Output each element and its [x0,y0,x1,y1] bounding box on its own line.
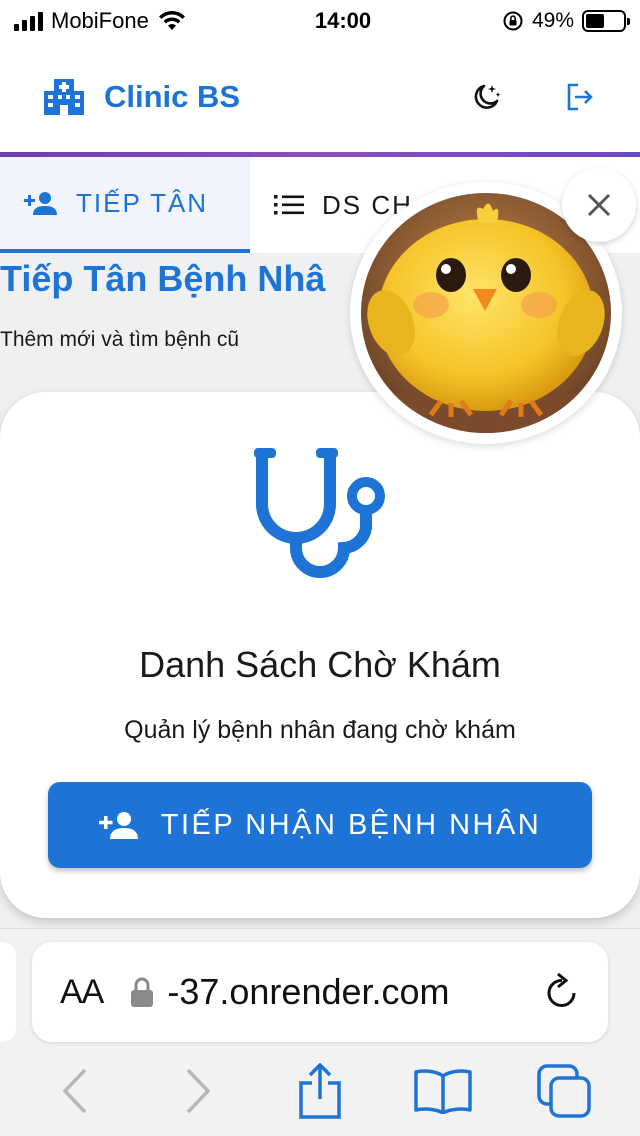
card-title: Danh Sách Chờ Khám [139,644,501,685]
close-icon [587,193,611,217]
tabs-button[interactable] [530,1056,600,1126]
app-actions [470,81,596,113]
browser-toolbar [0,1056,640,1126]
person-add-icon [98,812,138,839]
share-icon [299,1063,341,1119]
forward-button[interactable] [163,1056,233,1126]
stethoscope-icon [254,448,385,578]
address-bar[interactable]: AA -37.onrender.com [32,942,608,1042]
list-icon [274,195,304,215]
tab-reception-label: TIẾP TÂN [76,187,209,218]
moon-stars-icon[interactable] [470,81,502,113]
wifi-icon [158,10,185,30]
card-description: Quản lý bệnh nhân đang chờ khám [124,716,516,744]
bookmarks-icon [413,1069,472,1114]
app-bar: Clinic BS [0,42,640,152]
status-bar: MobiFone 14:00 49% [0,0,640,42]
back-button[interactable] [40,1056,110,1126]
hospital-icon [44,79,84,115]
bookmarks-button[interactable] [408,1056,478,1126]
text-size-button[interactable]: AA [60,973,104,1012]
battery-fill [586,14,604,28]
person-add-icon [24,192,57,215]
rotation-lock-icon [503,11,523,31]
page-title: Tiếp Tân Bệnh Nhâ [0,258,326,299]
bubble-close-button[interactable] [562,168,636,242]
tab-reception[interactable]: TIẾP TÂN [0,157,250,253]
carrier-name: MobiFone [51,8,149,33]
status-time: 14:00 [314,8,372,33]
battery-percent: 49% [531,9,574,32]
signal-icon [14,11,43,31]
receive-patient-button-label: TIẾP NHẬN BỆNH NHÂN [160,808,542,841]
app-logo[interactable]: Clinic BS [42,77,240,117]
forward-icon [186,1068,210,1114]
reload-icon[interactable] [544,973,580,1011]
status-left: MobiFone [14,8,244,34]
logout-icon[interactable] [564,81,596,113]
lock-icon [131,977,154,1007]
status-right: 49% [502,9,630,33]
back-icon [62,1068,87,1114]
share-button[interactable] [285,1056,355,1126]
tabs-icon [537,1064,591,1118]
app-title: Clinic BS [104,79,241,114]
previous-tab-peek[interactable] [0,942,16,1042]
page-subtitle: Thêm mới và tìm bệnh cũ [0,328,240,351]
battery-icon [582,10,630,32]
url-text[interactable]: -37.onrender.com [167,971,534,1013]
receive-patient-button[interactable]: TIẾP NHẬN BỆNH NHÂN [48,782,592,868]
